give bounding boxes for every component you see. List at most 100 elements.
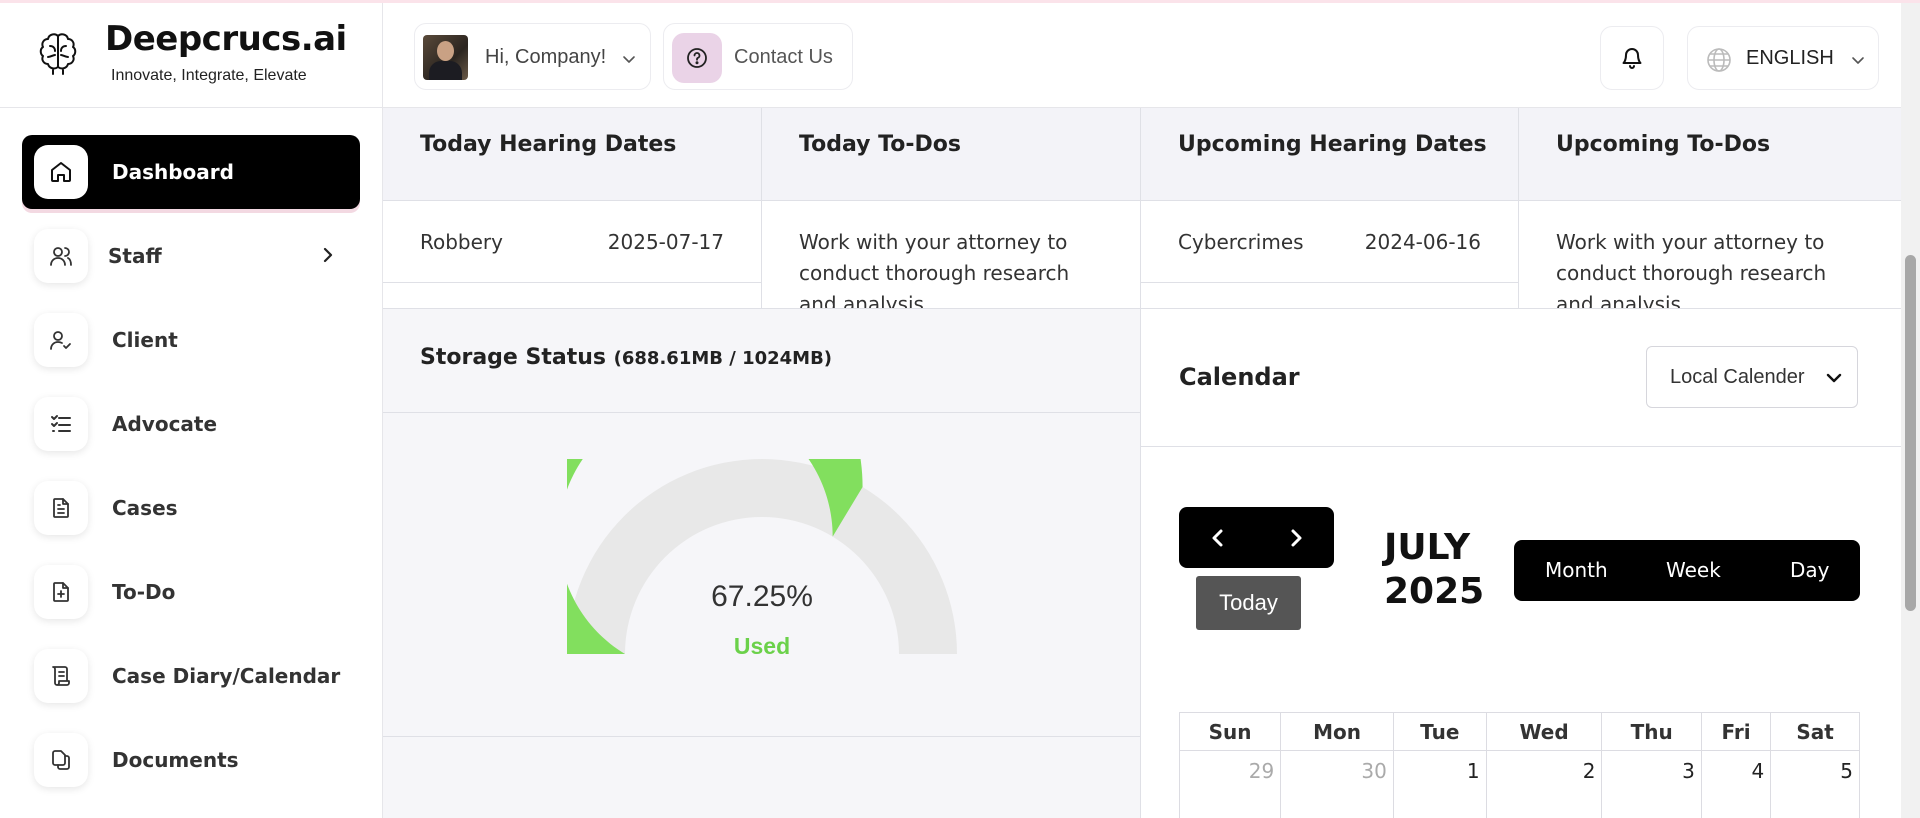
copy-icon (34, 733, 88, 787)
sidebar-item-label: Dashboard (112, 160, 234, 184)
contact-us-label: Contact Us (734, 46, 833, 68)
card-header: Today To-Dos (762, 108, 1140, 201)
prev-month-button[interactable] (1179, 507, 1256, 568)
current-month-label: JULY 2025 (1384, 527, 1485, 612)
help-circle-icon (672, 33, 722, 83)
calendar-day-cell[interactable]: 2 (1485, 750, 1603, 818)
weekday-header: Sat (1770, 712, 1860, 751)
calendar-source-select[interactable]: Local Calender (1646, 346, 1858, 408)
weekday-header: Mon (1280, 712, 1394, 751)
chevron-down-icon (1852, 57, 1864, 64)
hearing-case: Cybercrimes (1178, 230, 1304, 254)
view-week-button[interactable]: Week (1666, 558, 1721, 582)
chevron-right-icon (323, 247, 333, 263)
storage-detail: (688.61MB / 1024MB) (613, 348, 833, 369)
view-day-button[interactable]: Day (1790, 558, 1830, 582)
calendar-panel: Calendar Local Calender Today JULY 2025 … (1141, 308, 1901, 818)
sidebar-item-case-diary[interactable]: Case Diary/Calendar (22, 639, 360, 713)
calendar-title: Calendar (1179, 363, 1300, 391)
bell-icon (1622, 48, 1642, 69)
sidebar-item-todo[interactable]: To-Do (22, 555, 360, 629)
avatar (423, 35, 468, 80)
card-header: Upcoming Hearing Dates (1141, 108, 1518, 201)
language-label: ENGLISH (1746, 47, 1834, 69)
brand: Deepcrucs.ai Innovate, Integrate, Elevat… (0, 3, 383, 108)
file-text-icon (34, 481, 88, 535)
calendar-day-cell[interactable]: 5 (1770, 750, 1860, 818)
today-button[interactable]: Today (1196, 576, 1301, 630)
chevron-down-icon (623, 56, 635, 63)
todo-item[interactable]: Work with your attorney to conduct thoro… (799, 227, 1099, 308)
gauge-free-arc (567, 459, 957, 654)
weekday-header: Tue (1392, 712, 1487, 751)
card-header: Upcoming To-Dos (1519, 108, 1901, 201)
storage-header: Storage Status (688.61MB / 1024MB) (383, 309, 1140, 413)
sidebar-item-label: Documents (112, 748, 239, 772)
calendar-nav (1179, 507, 1334, 568)
weekday-header: Sun (1178, 712, 1282, 751)
sidebar-item-label: Cases (112, 496, 178, 520)
card-title: Today Hearing Dates (420, 132, 677, 157)
sidebar-item-cases[interactable]: Cases (22, 471, 360, 545)
sidebar-item-staff[interactable]: Staff (22, 219, 360, 293)
storage-status-panel: Storage Status (688.61MB / 1024MB) 67.25… (383, 308, 1141, 818)
todo-item[interactable]: Work with your attorney to conduct thoro… (1556, 227, 1856, 308)
upcoming-hearing-card: Upcoming Hearing Dates Cybercrimes 2024-… (1141, 108, 1519, 308)
hearing-date: 2024-06-16 (1364, 230, 1481, 254)
brand-name[interactable]: Deepcrucs.ai (105, 19, 347, 59)
hearing-case: Robbery (420, 230, 503, 254)
scroll-icon (34, 649, 88, 703)
sidebar-item-label: To-Do (112, 580, 176, 604)
sidebar-item-label: Advocate (112, 412, 218, 436)
calendar-day-cell[interactable]: 29 (1178, 750, 1282, 818)
globe-icon (1707, 48, 1731, 72)
gauge-percent: 67.25% (711, 580, 813, 613)
brand-tagline: Innovate, Integrate, Elevate (111, 67, 307, 84)
sidebar-item-label: Case Diary/Calendar (112, 664, 341, 688)
dashboard-main: Today Hearing Dates Robbery 2025-07-17 T… (383, 108, 1901, 818)
top-header: Hi, Company! Contact Us ENGLISH (383, 3, 1901, 108)
user-menu-button[interactable]: Hi, Company! (414, 23, 651, 90)
storage-gauge: 67.25% Used (567, 459, 957, 659)
scrollbar-thumb[interactable] (1905, 255, 1916, 611)
sidebar-item-documents[interactable]: Documents (22, 723, 360, 797)
chevron-right-icon (1291, 529, 1301, 546)
calendar-source-value: Local Calender (1670, 366, 1805, 388)
gauge-used-label: Used (734, 633, 790, 659)
upcoming-todos-card: Upcoming To-Dos Work with your attorney … (1519, 108, 1901, 308)
storage-title: Storage Status (688.61MB / 1024MB) (420, 345, 832, 370)
divider (383, 736, 1140, 737)
calendar-view-switcher: Month Week Day (1514, 540, 1860, 601)
contact-us-button[interactable]: Contact Us (663, 23, 853, 90)
card-title: Upcoming Hearing Dates (1178, 132, 1487, 157)
language-selector[interactable]: ENGLISH (1687, 26, 1879, 90)
hearing-date: 2025-07-17 (607, 230, 724, 254)
sidebar-item-label: Staff (108, 244, 162, 268)
sidebar-item-label: Client (112, 328, 178, 352)
card-title: Today To-Dos (799, 132, 961, 157)
weekday-header: Thu (1601, 712, 1702, 751)
calendar-day-cell[interactable]: 3 (1601, 750, 1702, 818)
view-month-button[interactable]: Month (1545, 558, 1608, 582)
page-scrollbar[interactable] (1901, 3, 1920, 818)
calendar-day-cell[interactable]: 4 (1700, 750, 1772, 818)
chevron-left-icon (1212, 529, 1222, 546)
sidebar-item-advocate[interactable]: Advocate (22, 387, 360, 461)
chevron-down-icon (1826, 373, 1842, 383)
weekday-header: Fri (1700, 712, 1772, 751)
calendar-header: Calendar Local Calender (1141, 309, 1901, 447)
notifications-button[interactable] (1600, 26, 1664, 90)
storage-title-text: Storage Status (420, 345, 606, 370)
calendar-grid: Sun Mon Tue Wed Thu Fri Sat 29 30 1 2 3 … (1178, 712, 1860, 818)
file-plus-icon (34, 565, 88, 619)
sidebar-item-client[interactable]: Client (22, 303, 360, 377)
list-checks-icon (34, 397, 88, 451)
user-check-icon (34, 313, 88, 367)
calendar-day-cell[interactable]: 30 (1280, 750, 1394, 818)
calendar-day-cell[interactable]: 1 (1392, 750, 1487, 818)
card-header: Today Hearing Dates (383, 108, 761, 201)
user-greeting: Hi, Company! (485, 46, 607, 68)
divider (1141, 282, 1518, 283)
sidebar-item-dashboard[interactable]: Dashboard (22, 135, 360, 209)
next-month-button[interactable] (1257, 507, 1334, 568)
